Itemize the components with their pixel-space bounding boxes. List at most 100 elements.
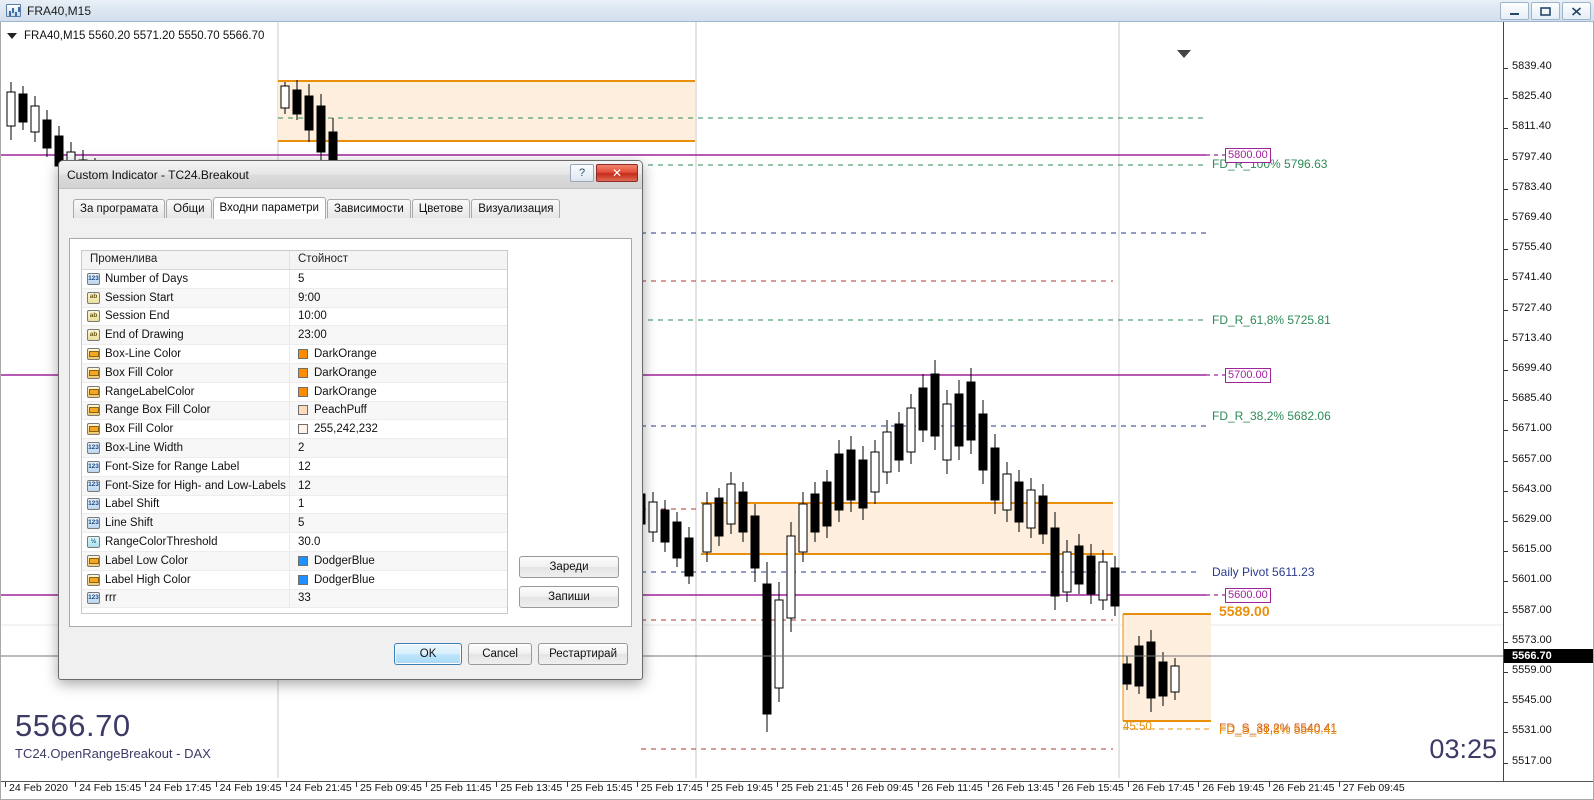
table-row[interactable]: 123 Line Shift 5 (82, 514, 507, 534)
table-row[interactable]: Label High Color DodgerBlue (82, 570, 507, 590)
dialog-tab-5[interactable]: Визуализация (471, 199, 561, 218)
parameter-label: rrr (105, 592, 117, 605)
parameter-value-cell[interactable]: 5 (290, 270, 507, 288)
price-tick-label: 5769.40 (1512, 211, 1552, 223)
parameter-value-cell[interactable]: 2 (290, 439, 507, 457)
dialog-titlebar[interactable]: Custom Indicator - TC24.Breakout ? ✕ (59, 161, 642, 189)
table-row[interactable]: Box Fill Color DarkOrange (82, 363, 507, 383)
table-row[interactable]: 123 rrr 33 (82, 589, 507, 609)
bar-countdown: 03:25 (1429, 734, 1497, 764)
parameter-value-cell[interactable]: DarkOrange (290, 345, 507, 363)
annotation-fd-r-382: FD_R_38,2% 5682.06 (1212, 409, 1331, 423)
table-row[interactable]: Box Fill Color 255,242,232 (82, 420, 507, 440)
table-row[interactable]: 123 Font-Size for Range Label 12 (82, 457, 507, 477)
annotation-high-label: 5589.00 (1219, 603, 1270, 619)
parameter-value-cell[interactable]: 12 (290, 477, 507, 495)
tick-mark-icon (1504, 581, 1508, 583)
dialog-tab-1[interactable]: Общи (166, 199, 212, 218)
parameter-name-cell: 123 Number of Days (82, 270, 290, 288)
string-icon: ab (87, 310, 100, 323)
parameter-value-cell[interactable]: DodgerBlue (290, 571, 507, 589)
integer-icon: 123 (87, 272, 100, 285)
table-row[interactable]: 123 Label Shift 1 (82, 495, 507, 515)
table-row[interactable]: ½ RangeColorThreshold 30.0 (82, 533, 507, 552)
save-button[interactable]: Запиши (519, 586, 619, 608)
table-row[interactable]: Range Box Fill Color PeachPuff (82, 401, 507, 421)
parameter-value-cell[interactable]: 23:00 (290, 326, 507, 344)
table-row[interactable]: Box-Line Color DarkOrange (82, 345, 507, 364)
time-tick-label: 27 Feb 09:45 (1342, 782, 1405, 794)
parameter-value-cell[interactable]: 5 (290, 514, 507, 532)
dialog-tabs[interactable]: За програмата Общи Входни параметри Зависим… (73, 197, 632, 219)
table-side-buttons: Зареди Запиши (519, 548, 619, 608)
table-row[interactable]: RangeLabelColor DarkOrange (82, 382, 507, 402)
time-tick: 26 Feb 11:45 (917, 782, 983, 794)
color-icon (87, 423, 100, 436)
time-tick-label: 26 Feb 13:45 (991, 782, 1054, 794)
custom-indicator-dialog[interactable]: Custom Indicator - TC24.Breakout ? ✕ За … (58, 160, 643, 680)
parameter-value-cell[interactable]: DarkOrange (290, 364, 507, 382)
parameter-value-cell[interactable]: 30.0 (290, 533, 507, 551)
close-button[interactable] (1562, 2, 1591, 20)
table-row[interactable]: 123 Font-Size for High- and Low-Labels 12 (82, 476, 507, 496)
parameter-value-cell[interactable]: 1 (290, 496, 507, 514)
time-tick-label: 26 Feb 19:45 (1202, 782, 1265, 794)
color-icon (87, 366, 100, 379)
cancel-button[interactable]: Cancel (468, 643, 533, 665)
price-scale[interactable]: 5839.40 5825.40 5811.40 5797.40 5783.40 5769.… (1503, 22, 1593, 799)
time-tick: 26 Feb 19:45 (1198, 782, 1264, 794)
parameter-name-cell: 123 Font-Size for High- and Low-Labels (82, 476, 290, 495)
table-row[interactable]: Label Low Color DodgerBlue (82, 551, 507, 571)
parameter-label: Box-Line Width (105, 442, 183, 455)
tick-mark-icon (1504, 249, 1508, 251)
chevron-down-icon[interactable] (7, 33, 17, 39)
tick-mark-icon (1504, 188, 1508, 190)
dialog-tab-4[interactable]: Цветове (411, 199, 471, 218)
tick-mark-icon (1504, 641, 1508, 643)
time-tick: 24 Feb 2020 (5, 782, 68, 794)
ok-button[interactable]: OK (394, 643, 463, 665)
parameter-value-cell[interactable]: 255,242,232 (290, 420, 507, 438)
dialog-close-button[interactable]: ✕ (596, 164, 638, 182)
time-scale[interactable]: 24 Feb 2020 24 Feb 15:45 24 Feb 17:45 24 Fe… (1, 781, 1593, 799)
table-row[interactable]: ab Session Start 9:00 (82, 288, 507, 308)
dialog-tab-3[interactable]: Зависимости (326, 199, 411, 218)
parameter-value-cell[interactable]: DodgerBlue (290, 552, 507, 570)
parameter-value: 1 (298, 498, 305, 511)
time-tick: 25 Feb 19:45 (707, 782, 773, 794)
dialog-tab-0[interactable]: За програмата (73, 199, 166, 218)
time-tick-label: 25 Feb 21:45 (781, 782, 844, 794)
parameter-label: Label Shift (105, 498, 160, 511)
table-row[interactable]: ab Session End 10:00 (82, 307, 507, 327)
parameter-value-cell[interactable]: 12 (290, 458, 507, 476)
parameter-name-cell: ab Session Start (82, 288, 290, 307)
maximize-button[interactable] (1531, 2, 1560, 20)
table-row[interactable]: 123 Box-Line Width 2 (82, 439, 507, 458)
parameter-value-cell[interactable]: DarkOrange (290, 383, 507, 401)
time-tick: 27 Feb 09:45 (1338, 782, 1405, 794)
parameter-value-cell[interactable]: PeachPuff (290, 402, 507, 420)
load-button[interactable]: Зареди (519, 556, 619, 578)
ohlc-header: FRA40,M15 5560.20 5571.20 5550.70 5566.7… (7, 30, 264, 42)
time-tick: 24 Feb 21:45 (285, 782, 352, 794)
parameter-value-cell[interactable]: 9:00 (290, 289, 507, 307)
price-tick-label: 5601.00 (1512, 573, 1552, 586)
parameter-value: 10:00 (298, 310, 327, 323)
parameter-name-cell: Range Box Fill Color (82, 401, 290, 420)
parameter-value-cell[interactable]: 10:00 (290, 308, 507, 326)
dialog-tab-2[interactable]: Входни параметри (212, 197, 326, 219)
color-swatch-icon (298, 424, 308, 435)
parameter-label: Session End (105, 310, 170, 323)
parameter-name-cell: Box-Line Color (82, 345, 290, 363)
table-row[interactable]: ab End of Drawing 23:00 (82, 326, 507, 346)
reset-button[interactable]: Рестартирай (538, 643, 628, 665)
string-icon: ab (87, 291, 100, 304)
table-row[interactable]: 123 Number of Days 5 (82, 270, 507, 289)
help-icon[interactable]: ? (570, 164, 594, 182)
time-tick-label: 26 Feb 21:45 (1272, 782, 1335, 794)
parameter-value-cell[interactable]: 33 (290, 590, 507, 608)
price-tick-label: 5587.00 (1512, 603, 1552, 616)
parameters-table[interactable]: Променлива Стойност 123 Number of Days 5 ab… (81, 250, 508, 614)
tick-mark-icon (1504, 762, 1508, 764)
minimize-button[interactable] (1500, 2, 1529, 20)
